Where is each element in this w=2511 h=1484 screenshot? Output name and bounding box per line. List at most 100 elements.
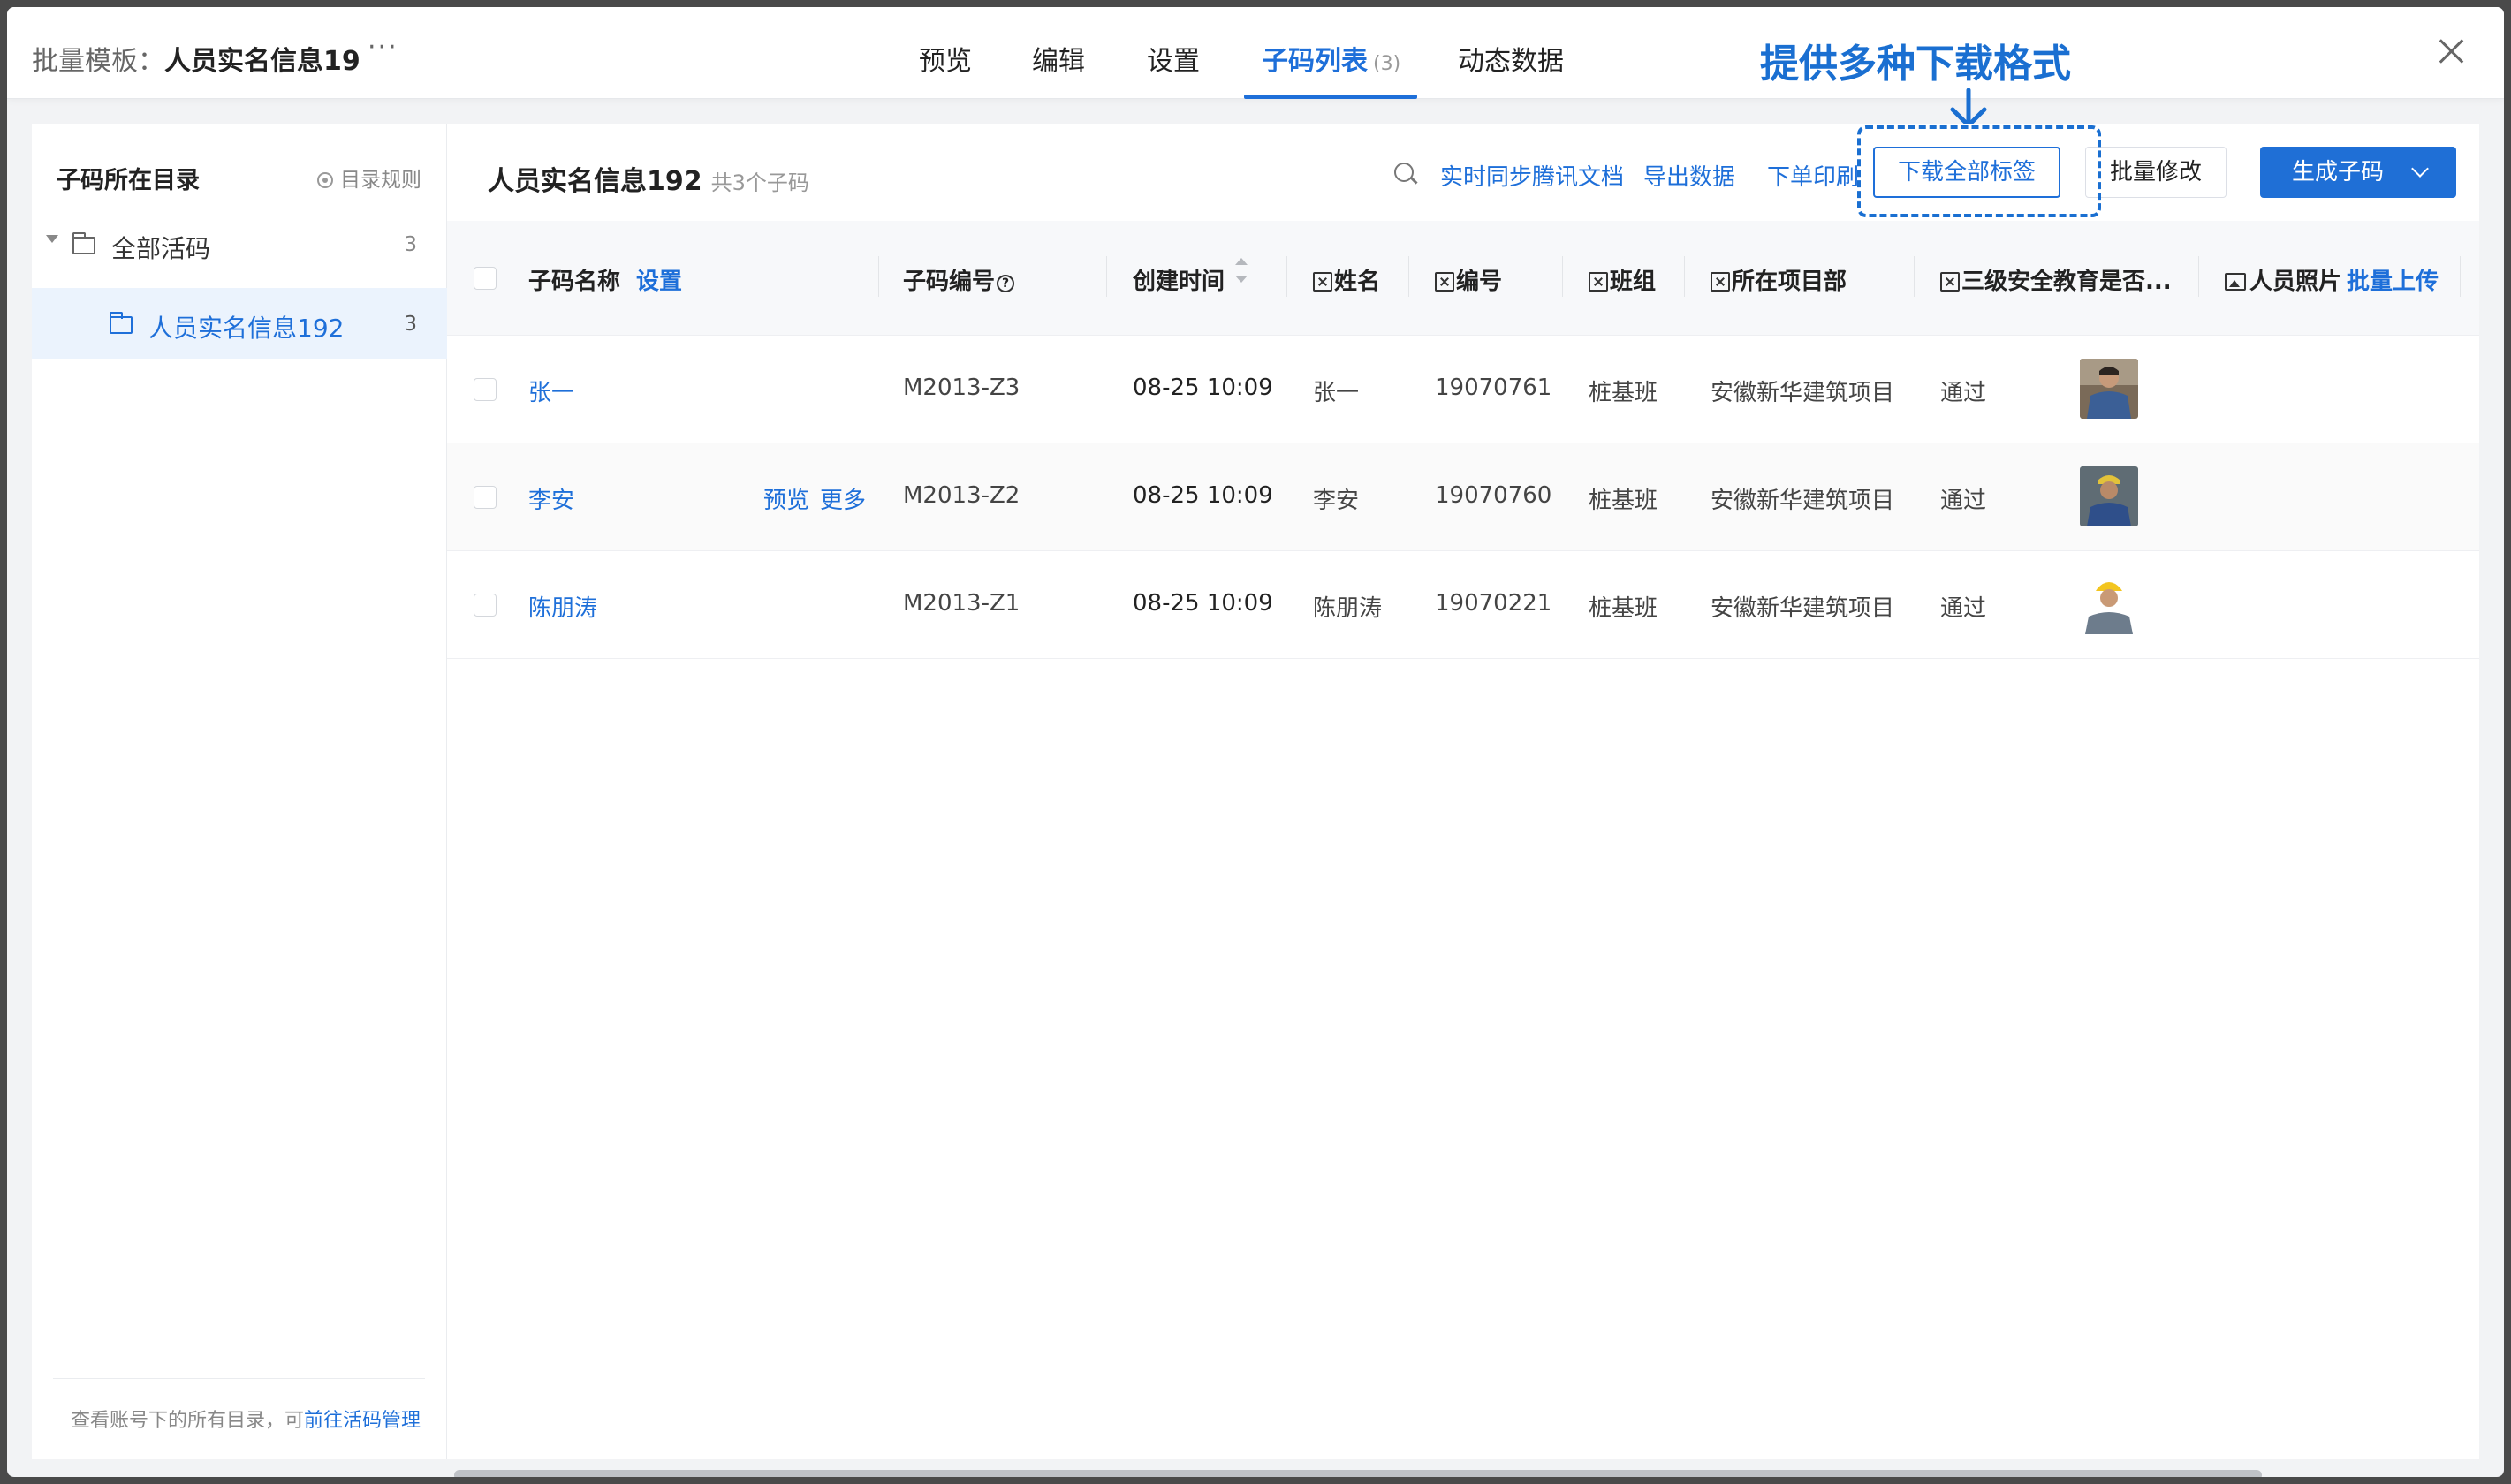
export-data-link[interactable]: 导出数据 bbox=[1643, 159, 1735, 192]
created-time: 08-25 10:09 bbox=[1133, 375, 1273, 401]
text-field-icon bbox=[1589, 272, 1608, 292]
directory-rule-link[interactable]: 目录规则 bbox=[317, 163, 421, 193]
sub-code-name-link[interactable]: 陈朋涛 bbox=[528, 590, 597, 623]
batch-edit-button[interactable]: 批量修改 bbox=[2085, 147, 2227, 198]
sidebar-item-label: 全部活码 bbox=[111, 234, 211, 263]
title-prefix: 批量模板： bbox=[32, 46, 164, 77]
created-time: 08-25 10:09 bbox=[1133, 482, 1273, 509]
table-row[interactable]: 陈朋涛 M2013-Z1 08-25 10:09 陈朋涛 19070221 桩基… bbox=[447, 551, 2479, 659]
table-row[interactable]: 李安 预览 更多 M2013-Z2 08-25 10:09 李安 1907076… bbox=[447, 443, 2479, 551]
person-photo[interactable] bbox=[2080, 466, 2138, 526]
batch-template-dialog: 批量模板：人员实名信息19 ··· 预览 编辑 设置 子码列表 (3) 动态数据 … bbox=[7, 7, 2504, 1477]
sidebar-item-personnel-info[interactable]: 人员实名信息192 3 bbox=[32, 288, 447, 359]
batch-upload-link[interactable]: 批量上传 bbox=[2347, 269, 2439, 295]
table-header: 子码名称 设置 子码编号? 创建时间 姓名 编号 班组 所在项目部 三级安全教育… bbox=[447, 221, 2479, 336]
team-name: 桩基班 bbox=[1589, 380, 1658, 406]
education-status: 通过 bbox=[1940, 488, 1987, 514]
sync-tencent-docs-link[interactable]: 实时同步腾讯文档 bbox=[1440, 159, 1624, 192]
tab-edit[interactable]: 编辑 bbox=[1032, 39, 1085, 78]
column-project-label: 所在项目部 bbox=[1732, 269, 1847, 295]
sort-icon[interactable] bbox=[1235, 258, 1248, 290]
tab-preview[interactable]: 预览 bbox=[919, 39, 972, 78]
column-divider bbox=[1286, 256, 1287, 297]
column-name-label: 子码名称 bbox=[528, 269, 621, 295]
sidebar-footer-text: 查看账号下的所有目录，可 bbox=[71, 1410, 305, 1432]
person-photo[interactable] bbox=[2080, 359, 2138, 419]
row-checkbox[interactable] bbox=[474, 378, 497, 401]
row-more-link[interactable]: 更多 bbox=[820, 482, 866, 515]
active-tab-indicator bbox=[1244, 95, 1417, 99]
column-divider bbox=[878, 256, 879, 297]
order-print-link[interactable]: 下单印刷 bbox=[1767, 159, 1859, 192]
table-row[interactable]: 张一 M2013-Z3 08-25 10:09 张一 19070761 桩基班 … bbox=[447, 336, 2479, 443]
text-field-icon bbox=[1435, 272, 1454, 292]
horizontal-scrollbar[interactable] bbox=[454, 1470, 2262, 1477]
dialog-title: 批量模板：人员实名信息19 bbox=[32, 39, 360, 78]
sub-code-name-link[interactable]: 李安 bbox=[528, 482, 574, 515]
sidebar-item-label: 人员实名信息192 bbox=[148, 314, 345, 343]
project-name: 安徽新华建筑项目 bbox=[1711, 488, 1895, 514]
sub-code-number: M2013-Z3 bbox=[903, 375, 1020, 401]
search-icon[interactable] bbox=[1394, 163, 1414, 182]
column-education: 三级安全教育是否... bbox=[1940, 263, 2172, 296]
text-field-icon bbox=[1711, 272, 1730, 292]
row-checkbox[interactable] bbox=[474, 486, 497, 509]
generate-sub-code-button[interactable]: 生成子码 bbox=[2260, 147, 2456, 198]
tab-dynamic-data[interactable]: 动态数据 bbox=[1458, 39, 1564, 78]
select-all-checkbox[interactable] bbox=[474, 267, 497, 290]
sidebar-item-count: 3 bbox=[404, 313, 417, 336]
sub-code-list-panel: 人员实名信息192 共3个子码 实时同步腾讯文档 导出数据 下单印刷 下载全部标签… bbox=[447, 124, 2479, 1459]
column-team: 班组 bbox=[1589, 263, 1656, 296]
directory-sidebar: 子码所在目录 目录规则 全部活码 3 人员实名信息192 3 查看账号下的所有目… bbox=[32, 124, 447, 1459]
annotation-label: 提供多种下载格式 bbox=[1760, 42, 2071, 87]
column-project: 所在项目部 bbox=[1711, 263, 1847, 296]
settings-icon bbox=[317, 172, 333, 188]
column-number-label: 编号 bbox=[1456, 269, 1503, 295]
list-title: 人员实名信息192 共3个子码 bbox=[488, 159, 809, 198]
person-name: 李安 bbox=[1313, 488, 1360, 514]
text-field-icon bbox=[1940, 272, 1960, 292]
more-icon[interactable]: ··· bbox=[368, 32, 398, 63]
text-field-icon bbox=[1313, 272, 1332, 292]
person-photo[interactable] bbox=[2080, 574, 2138, 634]
education-status: 通过 bbox=[1940, 595, 1987, 622]
sidebar-title: 子码所在目录 bbox=[57, 167, 200, 194]
education-status: 通过 bbox=[1940, 380, 1987, 406]
column-person-label: 姓名 bbox=[1334, 269, 1381, 295]
sidebar-divider bbox=[53, 1378, 425, 1379]
column-photo-label: 人员照片 bbox=[2249, 269, 2342, 295]
help-icon[interactable]: ? bbox=[997, 275, 1015, 292]
generate-sub-code-label: 生成子码 bbox=[2292, 159, 2385, 186]
column-code-label: 子码编号 bbox=[903, 269, 996, 295]
list-count-text: 共3个子码 bbox=[710, 170, 809, 195]
sub-code-name-link[interactable]: 张一 bbox=[528, 375, 574, 407]
column-created[interactable]: 创建时间 bbox=[1133, 263, 1225, 296]
tab-sub-code-list[interactable]: 子码列表 (3) bbox=[1262, 39, 1400, 78]
manage-codes-link[interactable]: 前往活码管理 bbox=[304, 1410, 421, 1432]
caret-down-icon[interactable] bbox=[46, 235, 58, 243]
column-divider bbox=[1684, 256, 1685, 297]
tab-sub-code-list-label: 子码列表 bbox=[1262, 46, 1368, 77]
row-preview-link[interactable]: 预览 bbox=[763, 482, 809, 515]
sub-code-number: M2013-Z1 bbox=[903, 590, 1020, 617]
sidebar-item-all-codes[interactable]: 全部活码 3 bbox=[32, 208, 447, 279]
list-title-name: 人员实名信息192 bbox=[488, 166, 702, 197]
title-name: 人员实名信息19 bbox=[164, 46, 360, 77]
column-divider bbox=[2460, 256, 2461, 297]
sidebar-footer: 查看账号下的所有目录，可前往活码管理 bbox=[71, 1404, 421, 1433]
sub-code-number: M2013-Z2 bbox=[903, 482, 1020, 509]
column-divider bbox=[2198, 256, 2199, 297]
column-divider bbox=[1106, 256, 1107, 297]
tab-settings[interactable]: 设置 bbox=[1147, 39, 1200, 78]
project-name: 安徽新华建筑项目 bbox=[1711, 595, 1895, 622]
column-code: 子码编号? bbox=[903, 263, 1015, 296]
close-icon[interactable] bbox=[2433, 34, 2469, 69]
person-number: 19070761 bbox=[1435, 375, 1552, 401]
team-name: 桩基班 bbox=[1589, 595, 1658, 622]
column-number: 编号 bbox=[1435, 263, 1502, 296]
column-education-label: 三级安全教育是否... bbox=[1961, 269, 2172, 295]
sidebar-item-count: 3 bbox=[404, 233, 417, 256]
column-setting-link[interactable]: 设置 bbox=[636, 269, 682, 295]
row-checkbox[interactable] bbox=[474, 594, 497, 617]
chevron-down-icon[interactable] bbox=[2411, 160, 2429, 178]
